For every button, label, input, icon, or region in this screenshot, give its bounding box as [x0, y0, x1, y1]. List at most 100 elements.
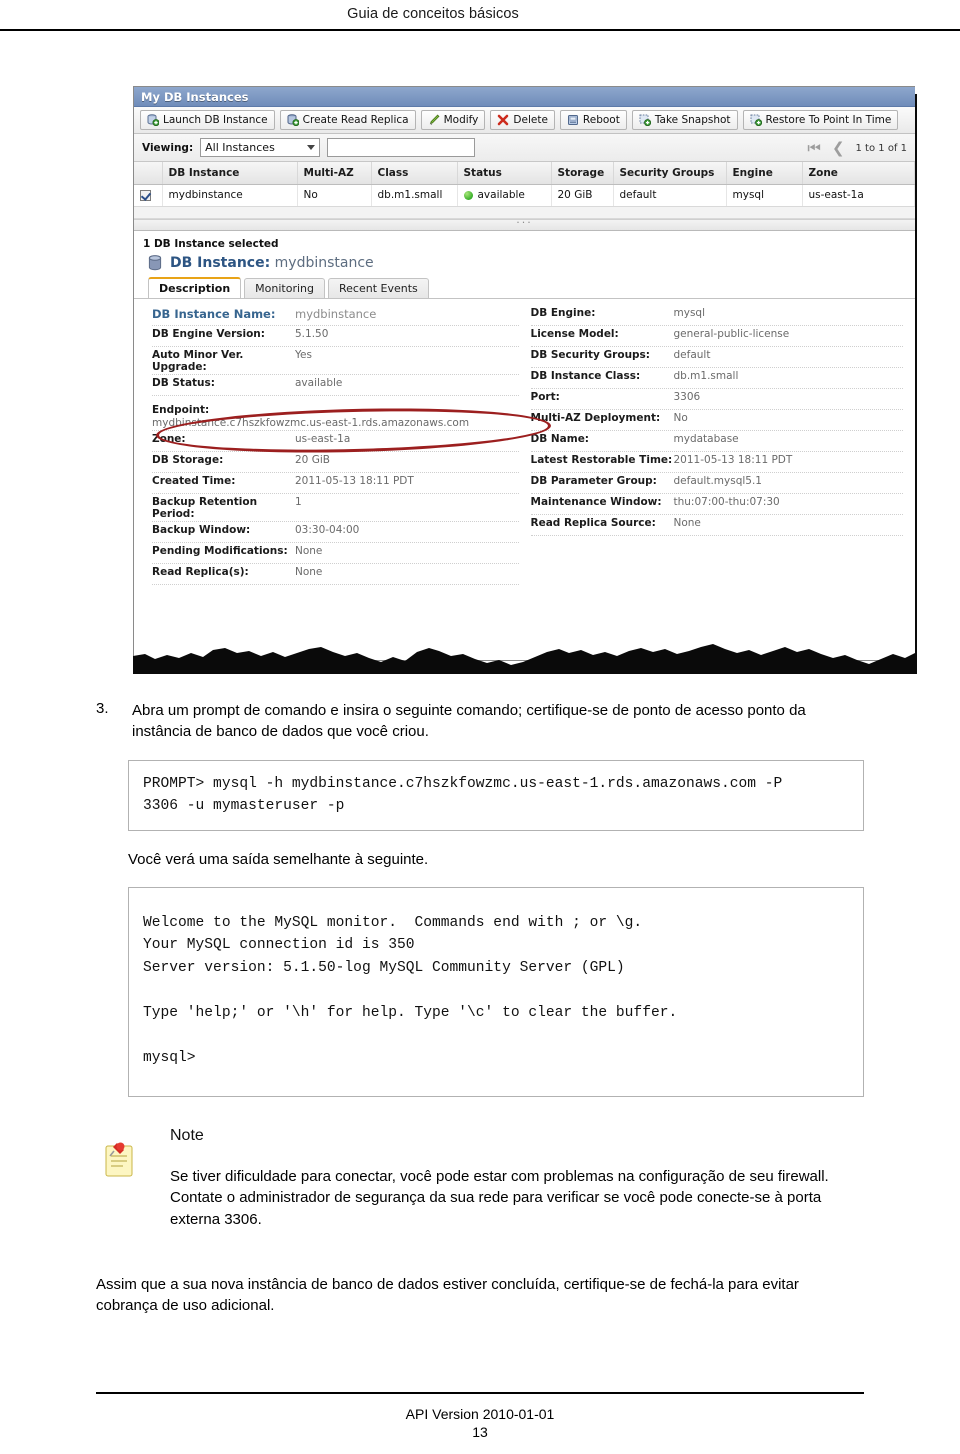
- output-intro-paragraph: Você verá uma saída semelhante à seguint…: [128, 850, 429, 868]
- restore-to-point-in-time-button[interactable]: Restore To Point In Time: [742, 110, 899, 130]
- detail-value: No: [673, 411, 688, 424]
- detail-key: DB Instance Class:: [530, 369, 641, 382]
- detail-row-auto-minor-ver-upgrade: Auto Minor Ver. Upgrade: Yes: [152, 347, 519, 375]
- cell-class: db.m1.small: [371, 184, 458, 207]
- detail-value: Yes: [295, 348, 312, 361]
- detail-key: Pending Modifications:: [152, 544, 288, 557]
- details-heading-value: mydbinstance: [274, 254, 374, 271]
- detail-value: 1: [295, 495, 302, 508]
- detail-row-latest-restorable-time: Latest Restorable Time: 2011-05-13 18:11 …: [530, 452, 903, 473]
- detail-row-read-replicas: Read Replica(s): None: [152, 564, 519, 585]
- step-number: 3.: [96, 700, 109, 717]
- detail-key: DB Status:: [152, 376, 215, 389]
- delete-button[interactable]: Delete: [490, 110, 555, 130]
- delete-x-icon: [497, 114, 509, 126]
- modify-label: Modify: [443, 114, 479, 126]
- footer-divider: [96, 1392, 864, 1394]
- cell-security-groups: default: [613, 184, 727, 207]
- detail-key: Backup Retention Period:: [152, 495, 258, 520]
- detail-value: available: [295, 376, 343, 389]
- detail-row-endpoint: Endpoint: mydbinstance.c7hszkfowzmc.us-ea…: [152, 396, 519, 431]
- create-read-replica-label: Create Read Replica: [302, 114, 409, 126]
- detail-key: Read Replica Source:: [530, 516, 656, 529]
- detail-row-db-engine: DB Engine: mysql: [530, 305, 903, 326]
- screenshot-torn-edge: [133, 640, 917, 674]
- create-read-replica-button[interactable]: Create Read Replica: [279, 110, 416, 130]
- detail-key: DB Engine:: [530, 306, 596, 319]
- column-class[interactable]: Class: [371, 162, 458, 185]
- column-status[interactable]: Status: [457, 162, 552, 185]
- restore-to-point-in-time-label: Restore To Point In Time: [765, 114, 892, 126]
- column-zone[interactable]: Zone: [802, 162, 915, 185]
- cell-zone: us-east-1a: [802, 184, 915, 207]
- column-multi-az[interactable]: Multi-AZ: [297, 162, 372, 185]
- detail-value: None: [295, 565, 323, 578]
- page-title: Guia de conceitos básicos: [347, 6, 519, 22]
- launch-db-instance-label: Launch DB Instance: [163, 114, 268, 126]
- mysql-output-block: Welcome to the MySQL monitor. Commands e…: [128, 886, 864, 1098]
- reboot-button[interactable]: Reboot: [559, 110, 627, 130]
- column-select-all[interactable]: [134, 162, 163, 185]
- detail-row-db-instance-name: DB Instance Name: mydbinstance: [152, 305, 519, 326]
- detail-key: Created Time:: [152, 474, 236, 487]
- detail-value: mysql: [673, 306, 706, 319]
- tab-description[interactable]: Description: [148, 276, 242, 298]
- console-viewing-bar: Viewing: All Instances ⏮ ❮ 1 to 1 of 1: [134, 134, 915, 162]
- document-body: 3. Abra um prompt de comando e insira o …: [0, 700, 960, 1317]
- detail-key: DB Instance Name:: [152, 306, 276, 321]
- detail-value: mydbinstance: [295, 306, 377, 321]
- detail-value: 3306: [673, 390, 701, 403]
- column-db-instance[interactable]: DB Instance: [162, 162, 298, 185]
- detail-row-multi-az-deployment: Multi-AZ Deployment: No: [530, 410, 903, 431]
- delete-label: Delete: [513, 114, 548, 126]
- row-checkbox[interactable]: [140, 189, 151, 201]
- detail-row-db-instance-class: DB Instance Class: db.m1.small: [530, 368, 903, 389]
- status-available-icon: [463, 190, 473, 200]
- viewing-label: Viewing:: [142, 141, 194, 154]
- detail-key: Endpoint:: [152, 403, 210, 416]
- detail-row-db-security-groups: DB Security Groups: default: [530, 347, 903, 368]
- cell-db-instance: mydbinstance: [162, 184, 298, 207]
- take-snapshot-icon: [639, 114, 651, 126]
- detail-key: Read Replica(s):: [152, 565, 249, 578]
- viewing-select[interactable]: All Instances: [200, 138, 321, 157]
- detail-value: mydatabase: [673, 432, 739, 445]
- cell-status: available: [457, 184, 552, 207]
- first-page-icon[interactable]: ⏮: [807, 140, 821, 156]
- selection-count: 1 DB Instance selected: [143, 237, 279, 250]
- tab-monitoring[interactable]: Monitoring: [244, 277, 325, 298]
- table-row[interactable]: mydbinstance No db.m1.small available 20…: [134, 184, 915, 207]
- tab-recent-events[interactable]: Recent Events: [327, 277, 429, 298]
- column-storage[interactable]: Storage: [551, 162, 614, 185]
- viewing-select-value: All Instances: [205, 141, 275, 154]
- detail-row-backup-retention-period: Backup Retention Period: 1: [152, 494, 519, 522]
- detail-row-db-engine-version: DB Engine Version: 5.1.50: [152, 326, 519, 347]
- previous-page-icon[interactable]: ❮: [832, 140, 845, 156]
- modify-button[interactable]: Modify: [420, 110, 486, 130]
- detail-key: DB Name:: [530, 432, 590, 445]
- details-heading-text: DB Instance: mydbinstance: [170, 255, 374, 271]
- details-right-column: DB Engine: mysql License Model: general-pu…: [525, 305, 916, 585]
- column-engine[interactable]: Engine: [726, 162, 803, 185]
- take-snapshot-button[interactable]: Take Snapshot: [631, 110, 738, 130]
- launch-db-instance-button[interactable]: Launch DB Instance: [140, 110, 275, 130]
- cell-engine: mysql: [726, 184, 803, 207]
- details-heading-label: DB Instance:: [170, 254, 271, 271]
- panel-splitter[interactable]: [134, 218, 915, 231]
- detail-row-license-model: License Model: general-public-license: [530, 326, 903, 347]
- instance-filter-input[interactable]: [327, 138, 476, 157]
- row-checkbox-cell[interactable]: [134, 184, 163, 207]
- step-text: Abra um prompt de comando e insira o seg…: [132, 702, 806, 741]
- detail-key: Maintenance Window:: [530, 495, 662, 508]
- column-security-groups[interactable]: Security Groups: [613, 162, 727, 185]
- restore-point-in-time-icon: [750, 114, 762, 126]
- detail-value: 20 GiB: [295, 453, 330, 466]
- note-title: Note: [170, 1127, 204, 1145]
- detail-value: db.m1.small: [673, 369, 739, 382]
- status-badge: available: [477, 189, 525, 201]
- detail-row-pending-modifications: Pending Modifications: None: [152, 543, 519, 564]
- reboot-icon: [567, 114, 579, 126]
- detail-row-db-storage: DB Storage: 20 GiB: [152, 452, 519, 473]
- reboot-label: Reboot: [582, 114, 620, 126]
- details-columns: DB Instance Name: mydbinstance DB Engine …: [134, 299, 915, 585]
